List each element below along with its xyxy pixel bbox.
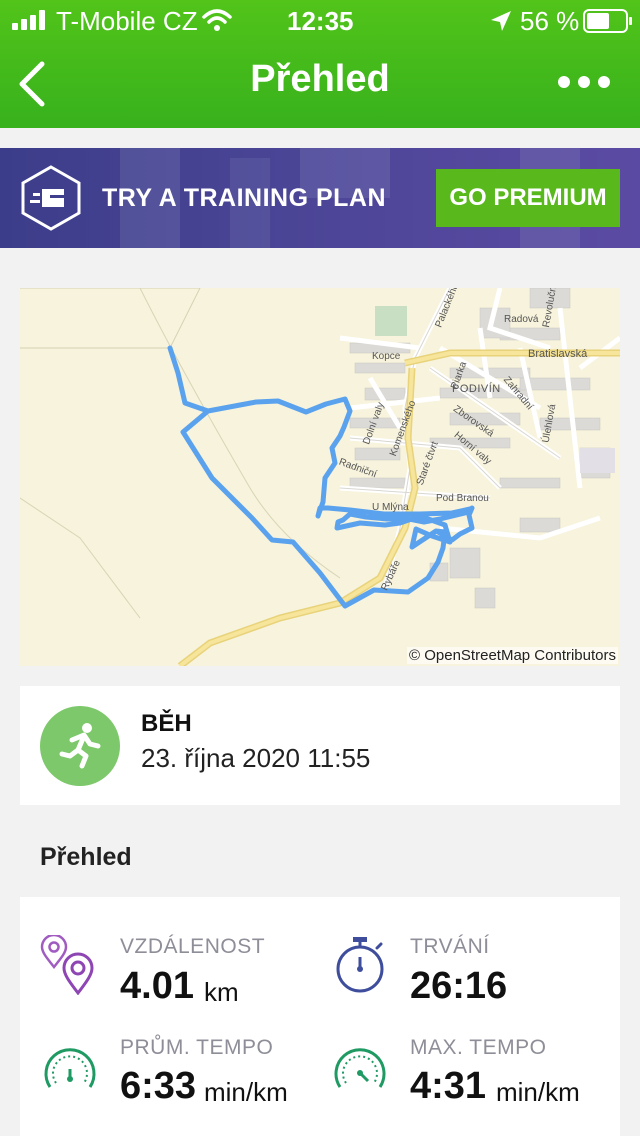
status-time: 12:35 bbox=[287, 6, 354, 36]
battery-percent: 56 % bbox=[520, 6, 580, 36]
map-attribution[interactable]: © OpenStreetMap Contributors bbox=[407, 647, 618, 664]
running-activity-icon bbox=[40, 706, 120, 786]
stopwatch-icon bbox=[336, 937, 384, 993]
activity-date: 23. října 2020 11:55 bbox=[141, 743, 371, 773]
distance-unit: km bbox=[204, 977, 239, 1007]
max-pace-gauge-icon bbox=[334, 1048, 386, 1088]
signal-icon bbox=[12, 10, 45, 30]
avg-pace-unit: min/km bbox=[204, 1077, 288, 1107]
avg-pace-value: 6:33 bbox=[120, 1065, 197, 1107]
map-label-bratislavska: Bratislavská bbox=[528, 348, 588, 360]
route-map[interactable]: Palackého Radová Bratislavská Kopce PODI… bbox=[20, 288, 620, 666]
training-plan-logo-icon bbox=[21, 165, 81, 231]
duration-value: 26:16 bbox=[410, 965, 508, 1007]
wifi-icon bbox=[202, 9, 232, 31]
map-canvas bbox=[20, 288, 620, 666]
premium-promo-banner[interactable]: TRY A TRAINING PLAN GO PREMIUM bbox=[0, 148, 640, 248]
average-pace-gauge-icon bbox=[44, 1048, 96, 1088]
duration-label: TRVÁNÍ bbox=[410, 935, 490, 958]
map-label-pod-branou: Pod Branou bbox=[436, 493, 489, 504]
distance-pin-icon bbox=[40, 935, 94, 995]
map-label-kopce: Kopce bbox=[372, 351, 401, 362]
activity-type: BĚH bbox=[141, 710, 192, 737]
map-label-u-mlyna: U Mlýna bbox=[372, 502, 409, 513]
battery-icon bbox=[583, 9, 632, 33]
activity-card: BĚH 23. října 2020 11:55 bbox=[20, 686, 620, 805]
status-bar: T-Mobile CZ 12:35 56 % bbox=[0, 0, 640, 40]
map-label-radova: Radová bbox=[504, 314, 539, 325]
more-options-button[interactable] bbox=[556, 70, 612, 94]
promo-text: TRY A TRAINING PLAN bbox=[102, 184, 387, 212]
location-arrow-icon bbox=[491, 11, 511, 31]
page-title: Přehled bbox=[250, 58, 390, 100]
distance-label: VZDÁLENOST bbox=[120, 935, 266, 958]
max-pace-value: 4:31 bbox=[410, 1065, 487, 1107]
stats-card: VZDÁLENOST 4.01 km TRVÁNÍ 26:16 PRŮM. TE… bbox=[20, 897, 620, 1136]
carrier-name: T-Mobile CZ bbox=[56, 6, 198, 36]
max-pace-label: MAX. TEMPO bbox=[410, 1036, 547, 1059]
avg-pace-label: PRŮM. TEMPO bbox=[120, 1036, 274, 1059]
go-premium-button[interactable]: GO PREMIUM bbox=[436, 169, 620, 227]
max-pace-unit: min/km bbox=[496, 1077, 580, 1107]
top-bar: T-Mobile CZ 12:35 56 % Přehled bbox=[0, 0, 640, 128]
overview-section-title: Přehled bbox=[40, 843, 132, 871]
distance-value: 4.01 bbox=[120, 965, 194, 1007]
